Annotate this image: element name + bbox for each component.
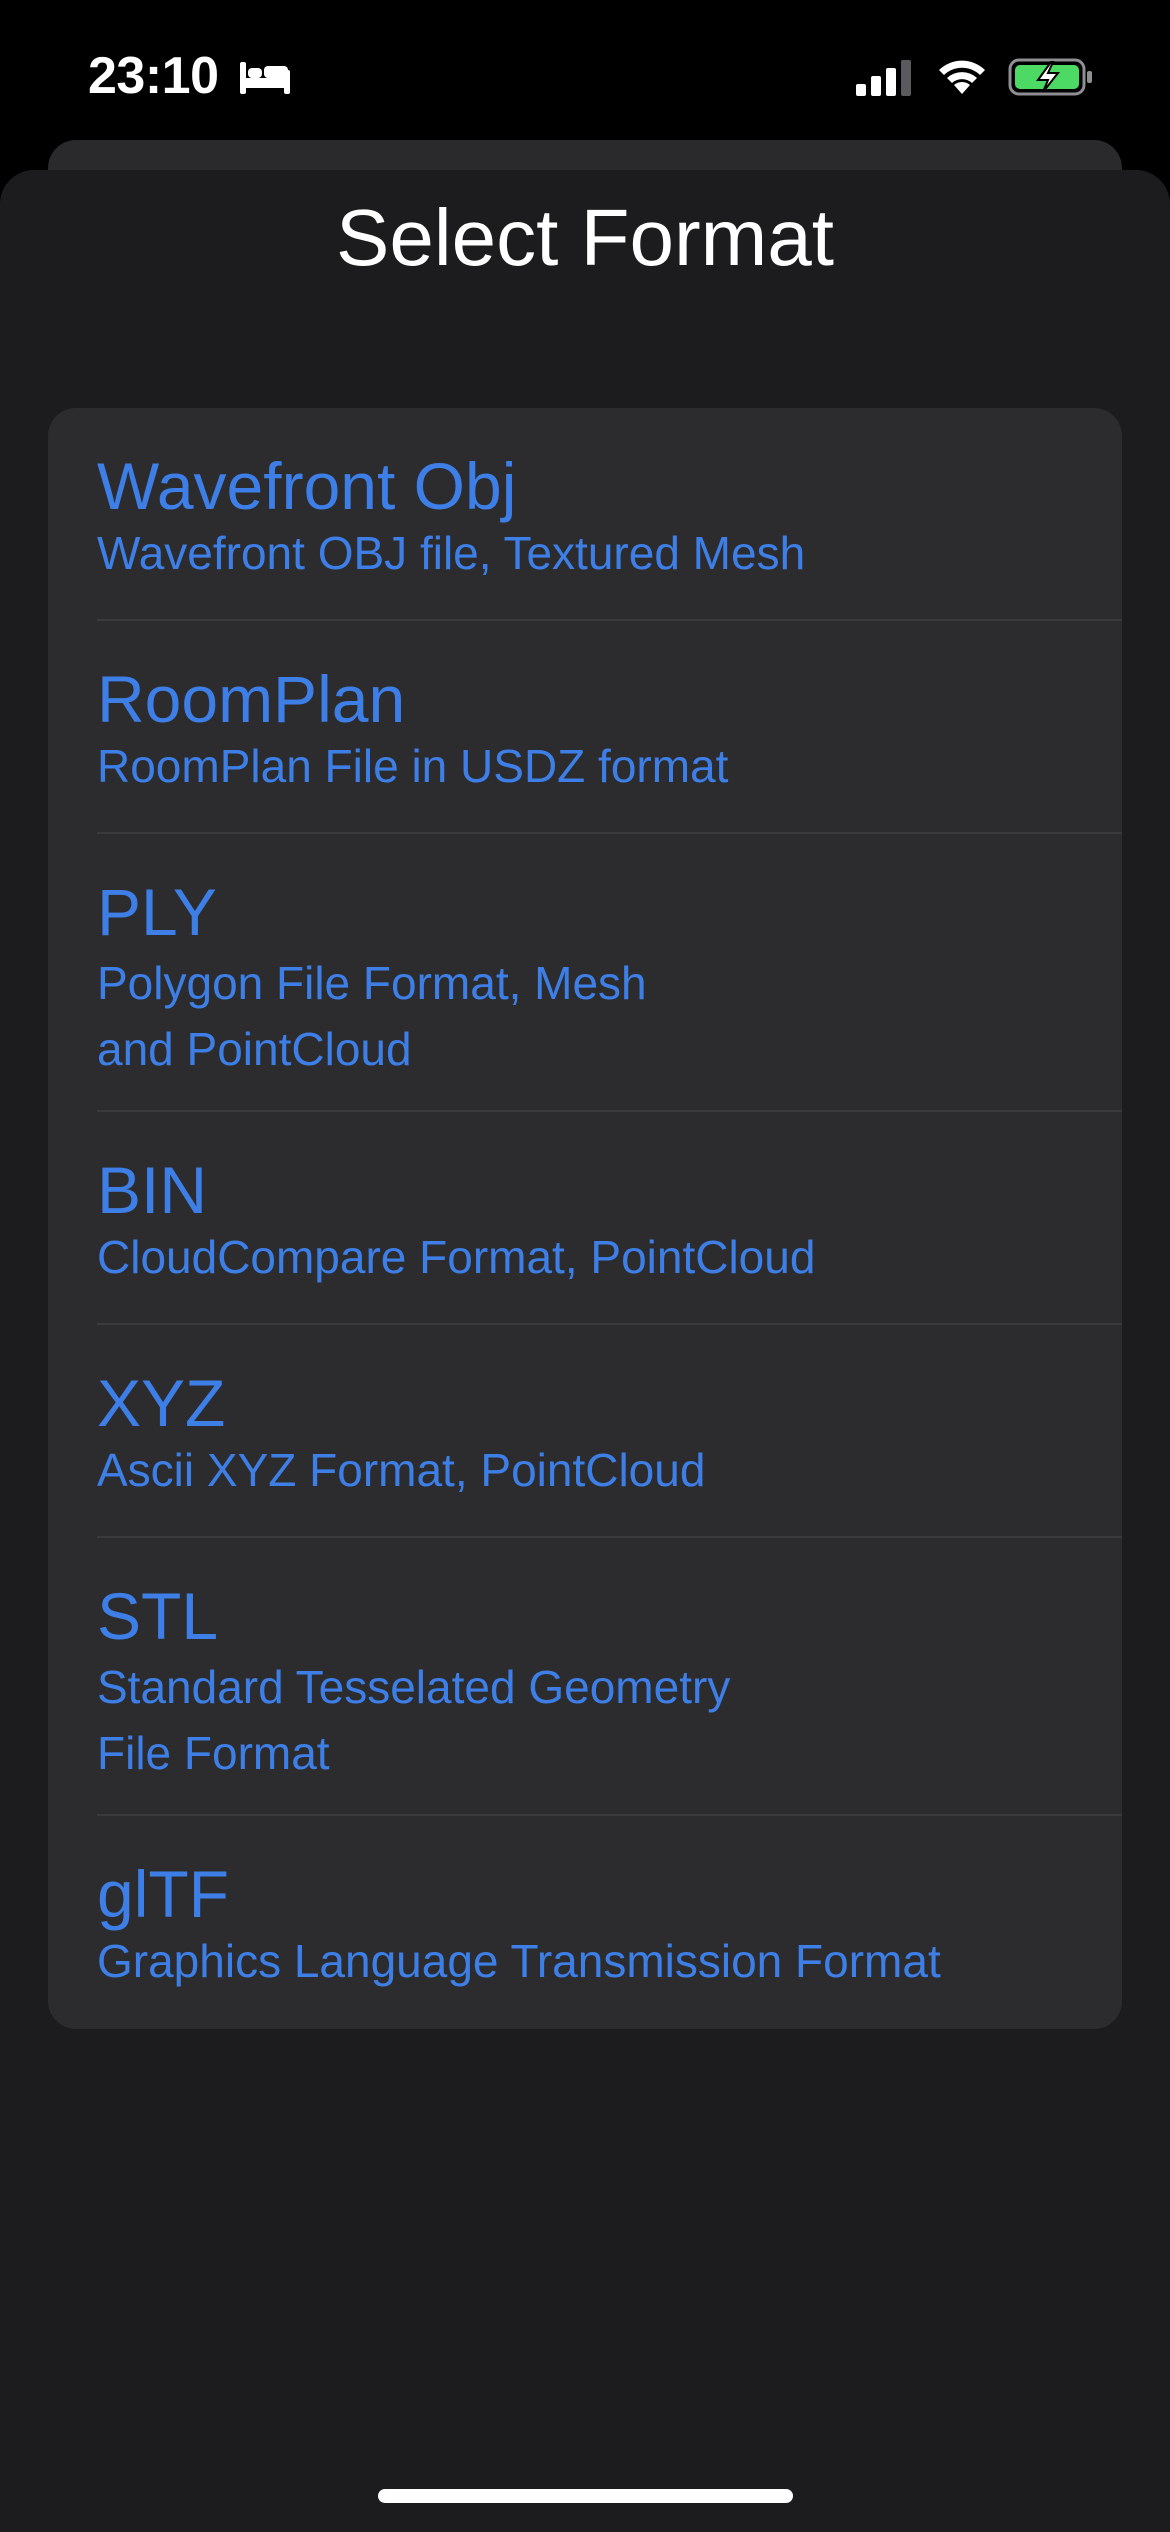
format-description: Graphics Language Transmission Format	[97, 1935, 941, 1987]
format-item-roomplan[interactable]: RoomPlan RoomPlan File in USDZ format	[48, 621, 1122, 834]
status-time: 23:10	[88, 47, 219, 105]
format-description: CloudCompare Format, PointCloud	[97, 1231, 816, 1283]
bed-icon	[240, 62, 290, 94]
format-item-gltf[interactable]: glTF Graphics Language Transmission Form…	[48, 1816, 1122, 2029]
battery-charging-icon	[1008, 58, 1092, 96]
format-item-bin[interactable]: BIN CloudCompare Format, PointCloud	[48, 1112, 1122, 1325]
sheet-title: Select Format	[336, 193, 834, 282]
format-description: Wavefront OBJ file, Textured Mesh	[97, 527, 806, 579]
status-bar: 23:10	[0, 0, 1170, 150]
home-indicator[interactable]	[378, 2489, 793, 2503]
format-item-ply[interactable]: PLY Polygon File Format, Mesh and PointC…	[48, 834, 1122, 1112]
format-description: Ascii XYZ Format, PointCloud	[97, 1444, 706, 1496]
format-name: STL	[97, 1579, 219, 1653]
format-description: Standard Tesselated Geometry File Format	[97, 1661, 731, 1779]
format-list: Wavefront Obj Wavefront OBJ file, Textur…	[48, 408, 1122, 2029]
format-item-wavefront-obj[interactable]: Wavefront Obj Wavefront OBJ file, Textur…	[48, 408, 1122, 621]
format-name: BIN	[97, 1153, 208, 1227]
format-name: Wavefront Obj	[97, 449, 517, 523]
format-item-xyz[interactable]: XYZ Ascii XYZ Format, PointCloud	[48, 1325, 1122, 1538]
format-name: XYZ	[97, 1366, 226, 1440]
format-name: PLY	[97, 875, 217, 949]
cellular-signal-icon	[856, 60, 911, 96]
format-description: RoomPlan File in USDZ format	[97, 740, 729, 792]
format-name: glTF	[97, 1857, 229, 1931]
format-sheet: Select Format Wavefront Obj Wavefront OB…	[0, 170, 1170, 2532]
format-name: RoomPlan	[97, 662, 406, 736]
format-item-stl[interactable]: STL Standard Tesselated Geometry File Fo…	[48, 1538, 1122, 1816]
wifi-icon	[939, 60, 985, 94]
format-description: Polygon File Format, Mesh and PointCloud	[97, 957, 647, 1075]
